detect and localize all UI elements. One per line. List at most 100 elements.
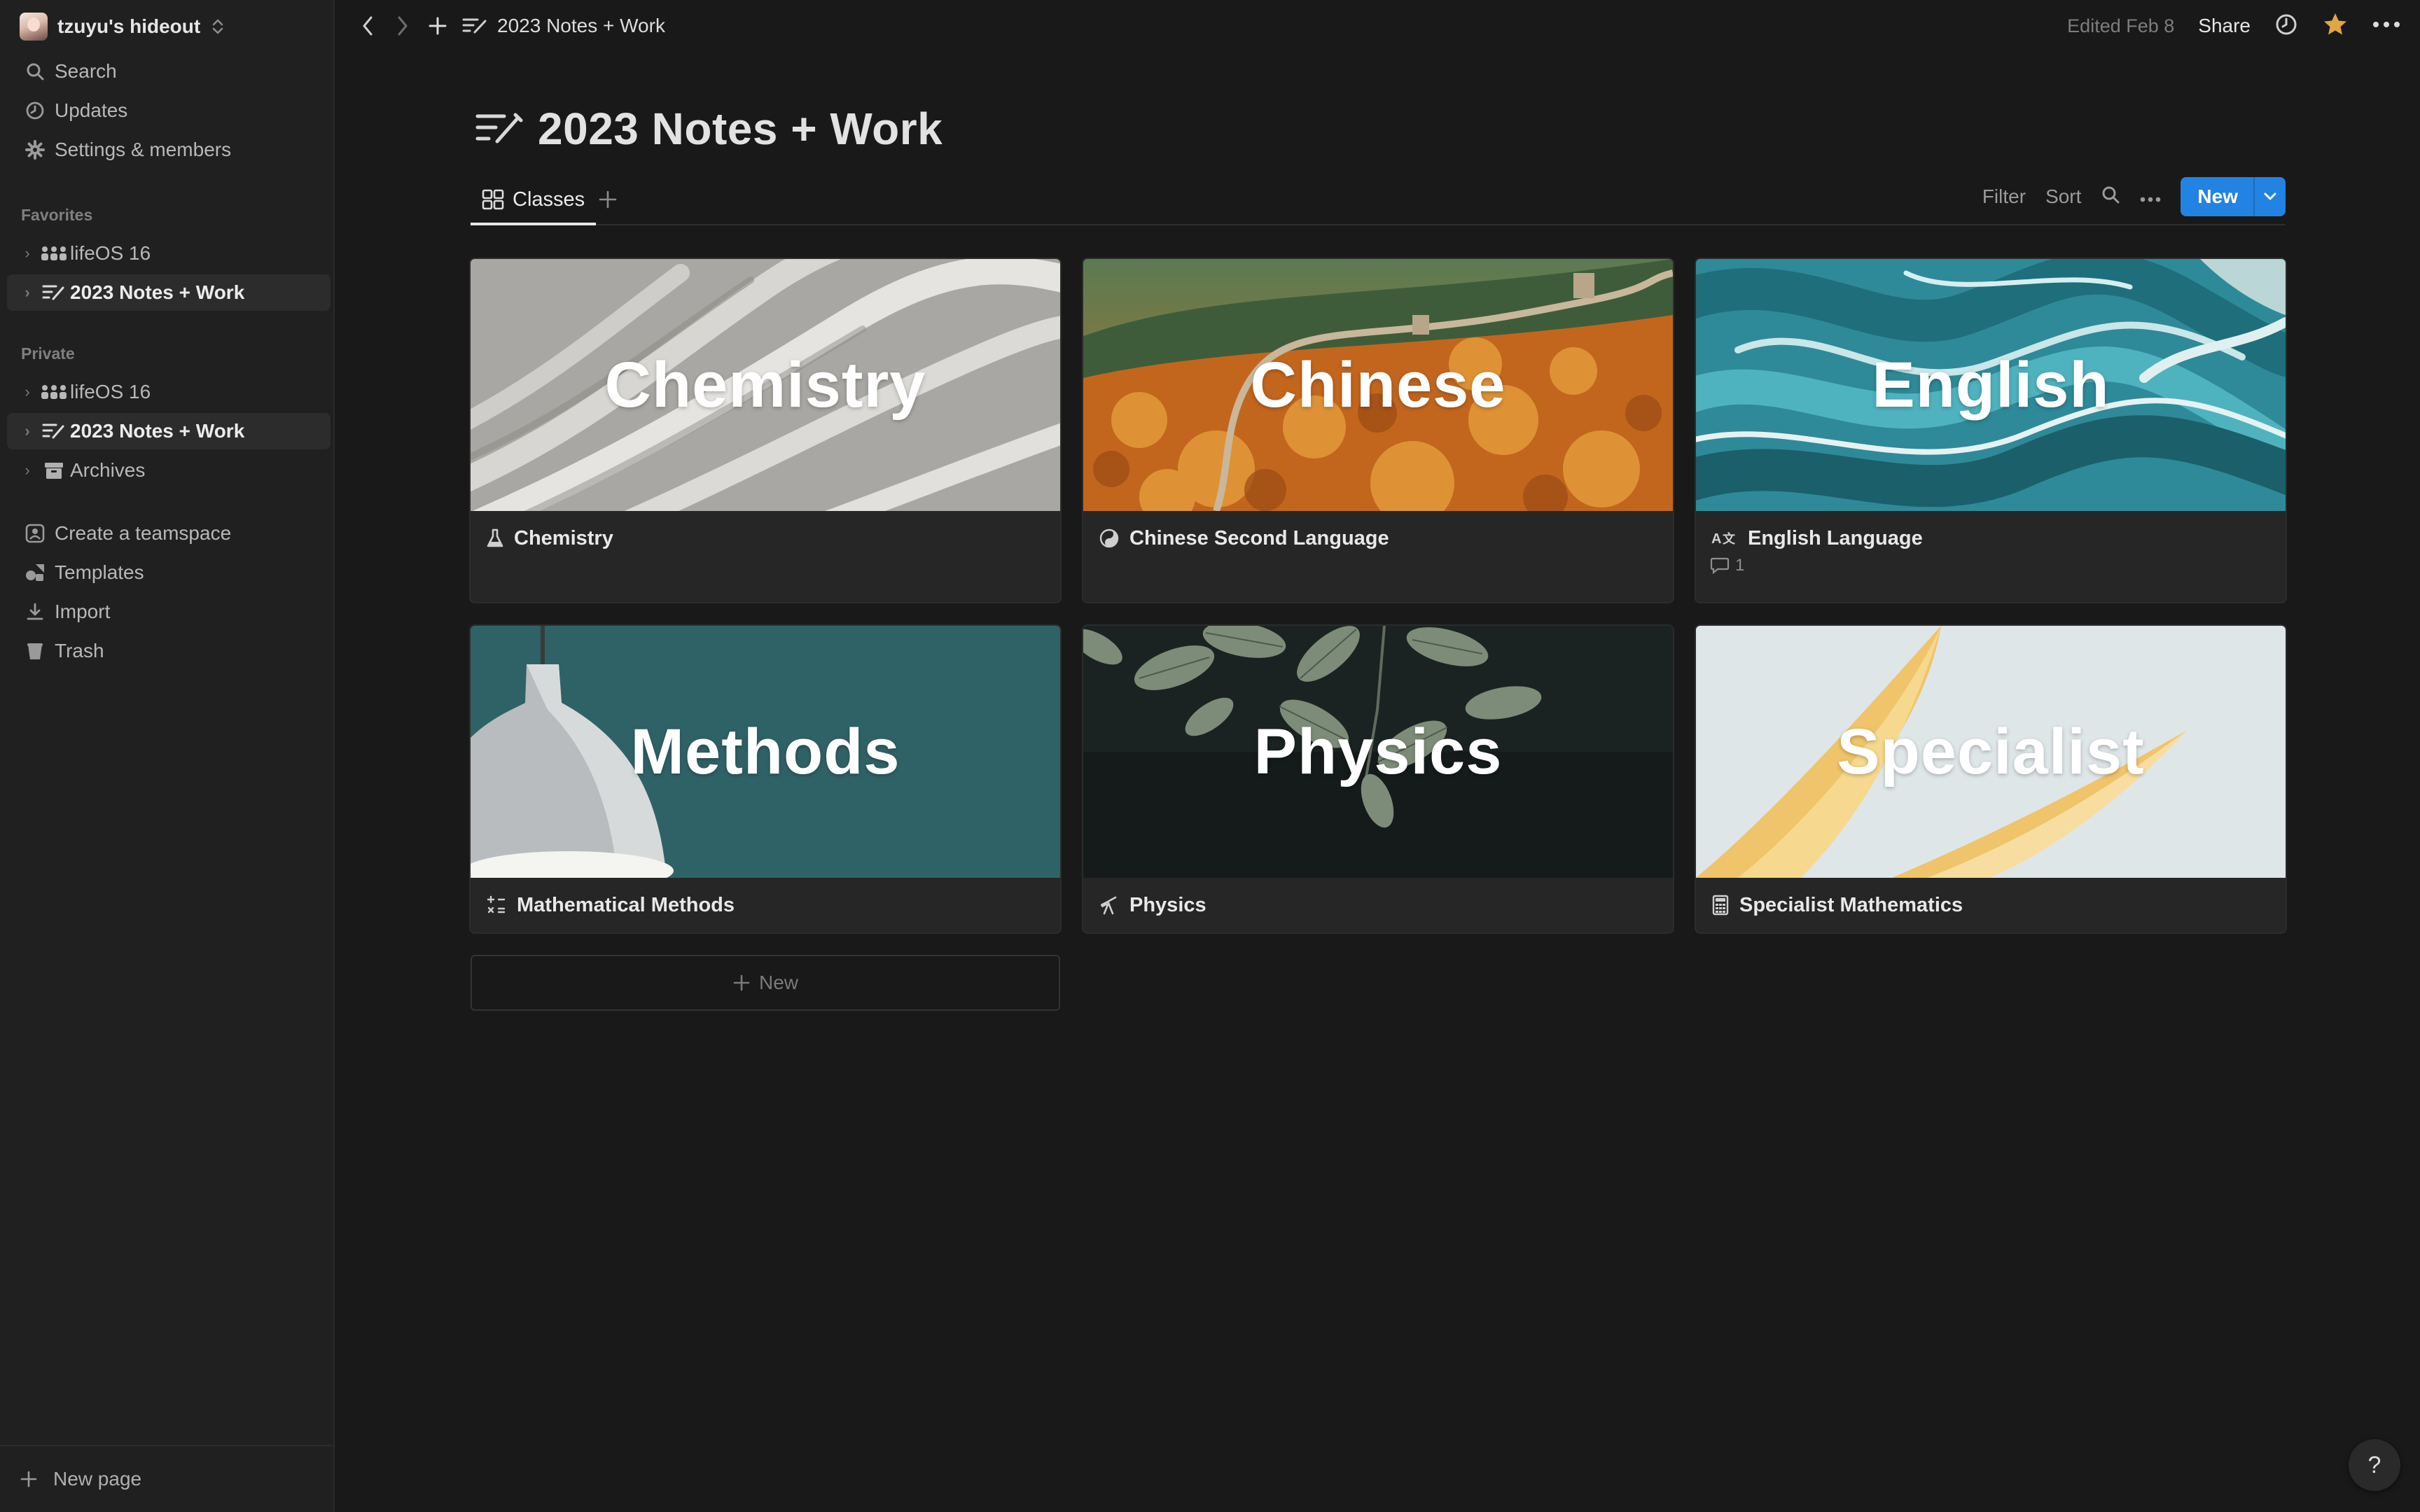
new-page-topbar-button[interactable] bbox=[420, 8, 455, 43]
chevron-right-icon[interactable]: › bbox=[17, 383, 38, 401]
gallery-card-chemistry[interactable]: Chemistry Chemistry bbox=[471, 259, 1060, 602]
sidebar-item-templates[interactable]: Templates bbox=[7, 554, 331, 591]
add-view-button[interactable] bbox=[598, 186, 618, 216]
back-button[interactable] bbox=[350, 8, 385, 43]
calculator-icon bbox=[1712, 895, 1729, 916]
more-horizontal-icon bbox=[2141, 197, 2161, 202]
sidebar-item-lifeos[interactable]: › lifeOS 16 bbox=[7, 235, 331, 272]
sidebar-item-label: Trash bbox=[55, 640, 104, 662]
people-icon bbox=[38, 384, 70, 400]
page-title[interactable]: 2023 Notes + Work bbox=[538, 103, 943, 155]
sidebar-item-label: Search bbox=[55, 60, 117, 82]
topbar: 2023 Notes + Work Edited Feb 8 Share bbox=[335, 0, 2420, 52]
private-header[interactable]: Private bbox=[21, 344, 75, 363]
new-page-button[interactable]: New page bbox=[0, 1445, 333, 1512]
add-new-card-button[interactable]: New bbox=[471, 955, 1060, 1011]
comment-icon bbox=[1710, 557, 1730, 575]
sidebar-item-archives[interactable]: › Archives bbox=[7, 452, 331, 489]
sidebar-item-import[interactable]: Import bbox=[7, 594, 331, 630]
chevron-right-icon[interactable]: › bbox=[17, 422, 38, 440]
database-view-bar: Classes Filter Sort New bbox=[471, 176, 2286, 225]
flask-icon bbox=[487, 528, 503, 547]
tab-classes[interactable]: Classes bbox=[471, 176, 597, 225]
gallery-card-chinese[interactable]: Chinese Chinese Second Language bbox=[1083, 259, 1673, 602]
card-title-row: Physics bbox=[1083, 878, 1673, 932]
sidebar-item-notes-work[interactable]: › 2023 Notes + Work bbox=[7, 274, 331, 311]
gallery-card-english[interactable]: English A文 English Language 1 bbox=[1696, 259, 2286, 602]
sidebar-item-label: Archives bbox=[70, 459, 146, 481]
add-new-card-label: New bbox=[758, 972, 798, 993]
card-title-row: Specialist Mathematics bbox=[1696, 878, 2286, 932]
sidebar: tzuyu's hideout Search Updates Settings … bbox=[0, 0, 335, 1512]
comment-count-value: 1 bbox=[1735, 556, 1745, 575]
new-entry-label[interactable]: New bbox=[2181, 177, 2253, 216]
card-title: Physics bbox=[1129, 893, 1206, 916]
gallery-card-physics[interactable]: Physics Physics bbox=[1083, 626, 1673, 932]
workspace-switcher[interactable]: tzuyu's hideout bbox=[20, 11, 225, 42]
card-title: Mathematical Methods bbox=[517, 893, 735, 916]
clock-icon bbox=[2276, 14, 2297, 34]
sidebar-item-settings[interactable]: Settings & members bbox=[7, 132, 331, 168]
sidebar-item-create-teamspace[interactable]: Create a teamspace bbox=[7, 515, 331, 552]
card-title: Specialist Mathematics bbox=[1739, 893, 1963, 916]
sidebar-item-lifeos-private[interactable]: › lifeOS 16 bbox=[7, 374, 331, 410]
notes-icon bbox=[462, 18, 487, 34]
telescope-icon bbox=[1100, 896, 1117, 915]
breadcrumb[interactable]: 2023 Notes + Work bbox=[462, 15, 665, 37]
gallery-icon bbox=[482, 189, 504, 210]
yin-yang-icon bbox=[1099, 528, 1119, 548]
gear-icon bbox=[15, 139, 55, 160]
share-button[interactable]: Share bbox=[2198, 15, 2251, 37]
card-cover: Specialist bbox=[1696, 626, 2286, 878]
trash-icon bbox=[15, 641, 55, 661]
notes-icon[interactable] bbox=[473, 109, 524, 148]
cover-title: English bbox=[1872, 349, 2110, 421]
card-cover: Methods bbox=[471, 626, 1060, 878]
chevron-right-icon bbox=[398, 16, 408, 36]
search-icon bbox=[2102, 186, 2120, 203]
new-entry-dropdown[interactable] bbox=[2253, 177, 2286, 216]
sidebar-item-updates[interactable]: Updates bbox=[7, 92, 331, 129]
forward-button[interactable] bbox=[385, 8, 420, 43]
sidebar-item-label: lifeOS 16 bbox=[70, 381, 151, 402]
sidebar-item-label: Create a teamspace bbox=[55, 522, 232, 544]
svg-text:文: 文 bbox=[1723, 531, 1736, 547]
filter-button[interactable]: Filter bbox=[1982, 186, 2026, 208]
history-button[interactable] bbox=[2274, 13, 2298, 40]
card-title: Chinese Second Language bbox=[1129, 526, 1389, 550]
search-database-button[interactable] bbox=[2101, 185, 2120, 209]
more-options-button[interactable] bbox=[2372, 20, 2400, 32]
chevron-right-icon[interactable]: › bbox=[17, 284, 38, 302]
gallery-card-specialist[interactable]: Specialist Specialist Mathematics bbox=[1696, 626, 2286, 932]
favorites-header[interactable]: Favorites bbox=[21, 206, 92, 225]
edited-timestamp: Edited Feb 8 bbox=[2067, 15, 2175, 36]
view-options-button[interactable] bbox=[2140, 186, 2161, 208]
page-header: 2023 Notes + Work bbox=[473, 97, 943, 161]
favorite-button[interactable] bbox=[2322, 11, 2349, 41]
card-cover: Chemistry bbox=[471, 259, 1060, 511]
plus-icon bbox=[20, 1471, 37, 1488]
card-title: Chemistry bbox=[514, 526, 613, 550]
templates-icon bbox=[15, 563, 55, 582]
chevron-right-icon[interactable]: › bbox=[17, 244, 38, 262]
card-cover: English bbox=[1696, 259, 2286, 511]
plus-icon bbox=[733, 974, 750, 991]
sidebar-item-label: Settings & members bbox=[55, 139, 232, 160]
svg-text:A: A bbox=[1711, 531, 1721, 547]
math-operators-icon bbox=[487, 895, 506, 913]
star-icon bbox=[2324, 13, 2346, 34]
search-icon bbox=[15, 62, 55, 81]
card-cover: Physics bbox=[1083, 626, 1673, 878]
new-entry-button[interactable]: New bbox=[2181, 177, 2286, 216]
chevron-right-icon[interactable]: › bbox=[17, 461, 38, 479]
chevron-left-icon bbox=[363, 16, 373, 36]
new-page-label: New page bbox=[53, 1468, 142, 1490]
sort-button[interactable]: Sort bbox=[2045, 186, 2081, 208]
help-button[interactable]: ? bbox=[2349, 1439, 2400, 1491]
gallery-card-methods[interactable]: Methods Mathematical Methods bbox=[471, 626, 1060, 932]
sidebar-item-trash[interactable]: Trash bbox=[7, 633, 331, 669]
sidebar-item-search[interactable]: Search bbox=[7, 53, 331, 90]
sidebar-item-notes-work-private[interactable]: › 2023 Notes + Work bbox=[7, 413, 331, 449]
workspace-avatar bbox=[20, 13, 48, 41]
breadcrumb-title: 2023 Notes + Work bbox=[497, 15, 665, 36]
